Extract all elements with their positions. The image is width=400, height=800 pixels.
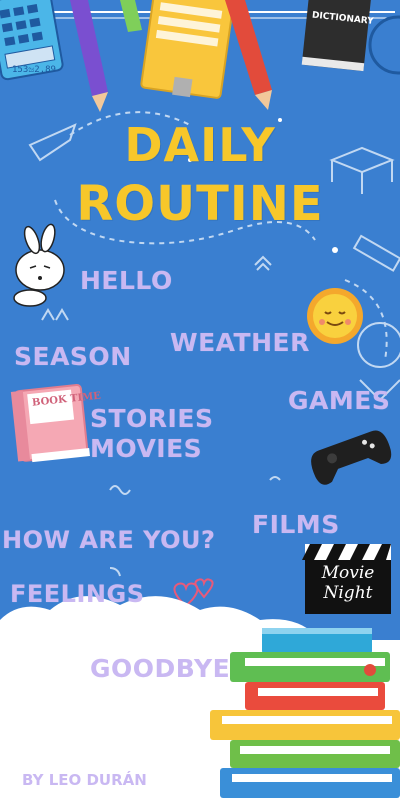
doodle-squiggle: [109, 485, 131, 495]
movie-night-line-1: Movie: [321, 563, 375, 583]
doodle-squiggle: [269, 476, 281, 481]
pencil-icon: [70, 0, 108, 112]
doodle-trophy-icon: [41, 308, 69, 321]
clapperboard-icon: [302, 544, 391, 560]
topic-games[interactable]: GAMES: [288, 386, 390, 415]
routine-board: 153ಜ2.89 DICTIONARY BOOK TIME DAILY ROUT…: [0, 0, 400, 800]
topic-goodbye[interactable]: GOODBYE: [90, 654, 230, 683]
bunny-icon: [13, 223, 65, 307]
topic-movies[interactable]: MOVIES: [90, 434, 202, 463]
globe-icon: [368, 15, 400, 75]
doodle-wifi-icon: [254, 255, 272, 271]
title-line-2: ROUTINE: [76, 176, 324, 232]
movie-night-sticker: Movie Night: [305, 560, 391, 614]
folder-icon: [140, 0, 236, 99]
author-credit: BY LEO DURÁN: [22, 771, 147, 789]
sun-icon: [307, 288, 363, 344]
topic-stories[interactable]: STORIES: [90, 404, 213, 433]
topic-feelings[interactable]: FEELINGS: [10, 580, 144, 608]
doodle-flask-icon: [357, 322, 400, 368]
topic-season[interactable]: SEASON: [14, 342, 132, 371]
book-stack-icon: [210, 628, 400, 798]
calculator-display: 153ಜ2.89: [12, 65, 56, 75]
topic-hello[interactable]: HELLO: [80, 266, 173, 295]
game-controller-icon: [311, 430, 392, 485]
topic-weather[interactable]: WEATHER: [170, 328, 310, 357]
pencil-icon: [120, 0, 142, 32]
pencil-icon: [225, 0, 272, 110]
topic-films[interactable]: FILMS: [252, 510, 340, 539]
doodle-ruler-icon: [352, 234, 400, 272]
title-line-1: DAILY: [124, 118, 276, 172]
topic-how-are-you[interactable]: HOW ARE YOU?: [2, 526, 215, 554]
movie-night-line-2: Night: [323, 583, 373, 603]
